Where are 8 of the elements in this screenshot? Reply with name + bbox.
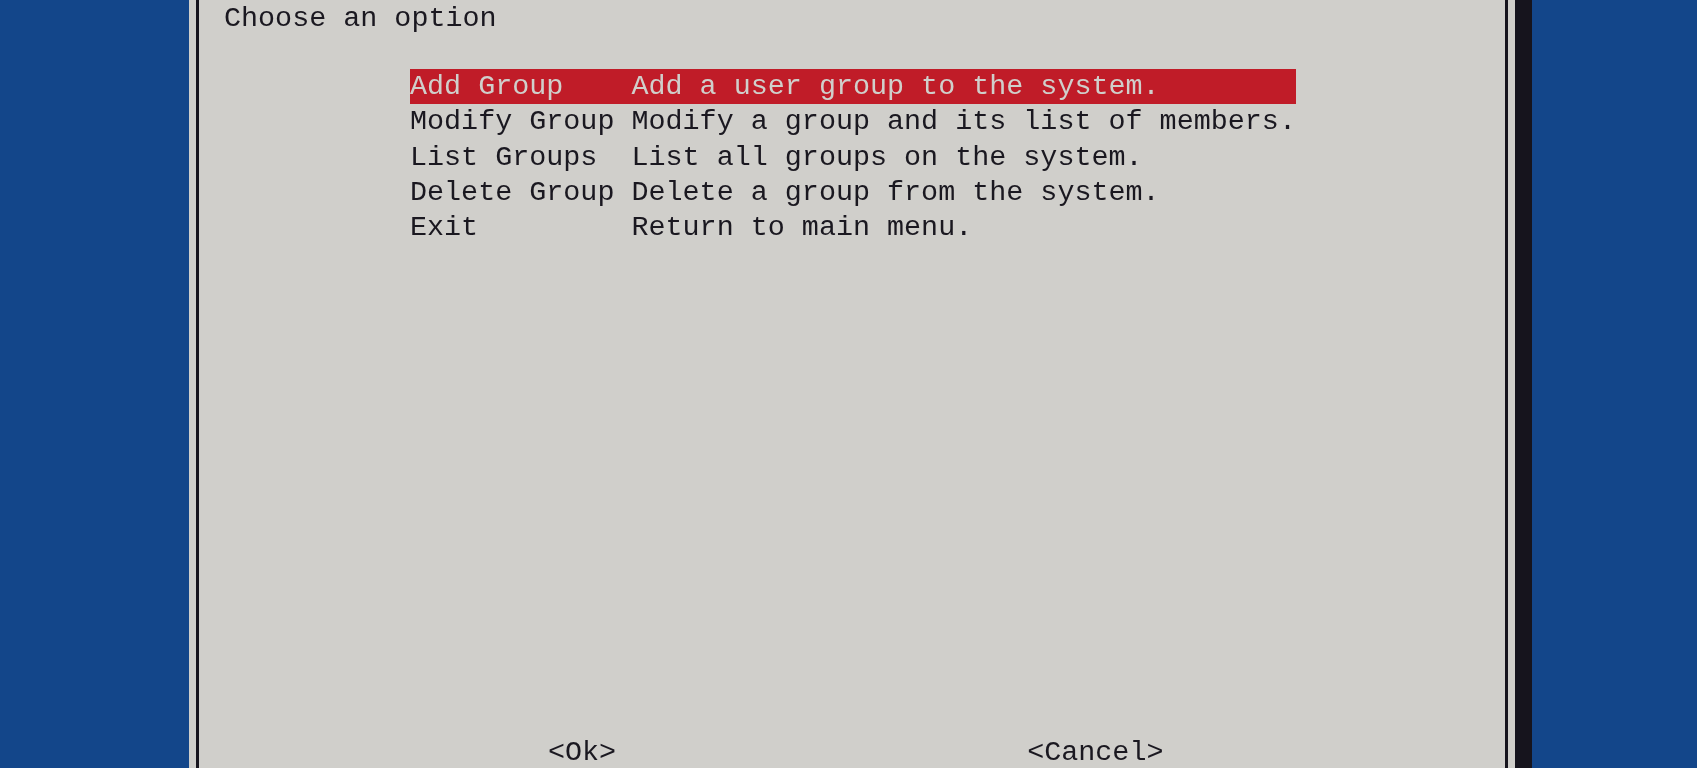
dialog-prompt: Choose an option xyxy=(224,1,497,37)
menu-item[interactable]: Exit Return to main menu. xyxy=(410,210,1296,246)
cancel-button[interactable]: <Cancel> xyxy=(1027,735,1164,768)
menu-item[interactable]: Add Group Add a user group to the system. xyxy=(410,69,1296,105)
menu-item[interactable]: Modify Group Modify a group and its list of members. xyxy=(410,104,1296,140)
menu-item[interactable]: List Groups List all groups on the system. xyxy=(410,139,1296,175)
ok-button[interactable]: <Ok> xyxy=(548,735,617,768)
menu-item[interactable]: Delete Group Delete a group from the system. xyxy=(410,174,1296,210)
